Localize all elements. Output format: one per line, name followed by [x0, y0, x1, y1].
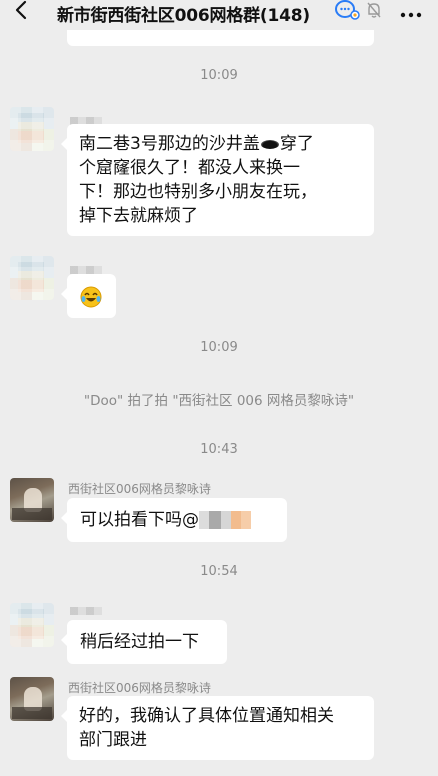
avatar[interactable]	[10, 107, 54, 151]
mention-redacted	[199, 511, 251, 529]
avatar[interactable]	[10, 603, 54, 647]
message-bubble[interactable]: 稍后经过拍一下	[61, 620, 227, 664]
avatar[interactable]	[10, 256, 54, 300]
timestamp: 10:09	[200, 68, 238, 83]
message-text: 下！那边也特别多小朋友在玩，	[79, 182, 317, 202]
chat-bubbles-icon	[334, 0, 360, 25]
message-text: 个窟窿很久了！都没人来换一	[79, 158, 300, 178]
avatar[interactable]	[10, 478, 54, 522]
message-bubble[interactable]: 南二巷3号那边的沙井盖 穿了 个窟窿很久了！都没人来换一 下！那边也特别多小朋友在…	[61, 124, 374, 236]
message-text: 可以拍看下吗@	[80, 510, 199, 530]
sender-name: 西街社区006网格员黎咏诗	[68, 482, 211, 496]
more-button[interactable]	[400, 1, 422, 23]
back-button[interactable]	[10, 0, 32, 24]
message-text: 稍后经过拍一下	[80, 632, 199, 652]
message-text: 掉下去就麻烦了	[79, 206, 198, 226]
message-list[interactable]: 10:09 南二巷3号那边的沙井盖 穿了 个窟窿很久了！都没人来换一 下！那边也特…	[0, 0, 438, 776]
avatar[interactable]	[10, 677, 54, 721]
sender-name: 西街社区006网格员黎咏诗	[68, 681, 211, 695]
chat-bubbles-button[interactable]	[334, 0, 360, 25]
mute-indicator	[366, 1, 382, 23]
chat-title: 新市街西街社区006网格群(148)	[57, 6, 310, 26]
message-text: 好的，我确认了具体位置通知相关	[79, 706, 334, 726]
chevron-left-icon	[15, 0, 27, 24]
chat-header: 新市街西街社区006网格群(148)	[0, 0, 438, 26]
message-text: 南二巷3号那边的沙井盖	[79, 134, 260, 154]
message-text: 部门跟进	[79, 730, 147, 750]
sender-name-redacted	[70, 266, 102, 274]
timestamp: 10:43	[200, 442, 238, 457]
partial-bubble	[67, 30, 374, 46]
message-bubble[interactable]	[61, 274, 116, 318]
message-bubble[interactable]: 好的，我确认了具体位置通知相关 部门跟进	[61, 696, 374, 760]
timestamp: 10:54	[200, 564, 238, 579]
bell-off-icon	[366, 1, 382, 23]
timestamp: 10:09	[200, 340, 238, 355]
manhole-emoji-icon	[260, 139, 279, 149]
more-dots-icon	[400, 3, 422, 22]
message-text: 穿了	[279, 134, 314, 154]
laughing-tears-emoji-icon	[80, 286, 102, 308]
message-bubble[interactable]: 可以拍看下吗@	[61, 498, 287, 542]
sender-name-redacted	[70, 607, 102, 615]
system-notice-pat: "Doo" 拍了拍 "西街社区 006 网格员黎咏诗"	[83, 393, 355, 409]
